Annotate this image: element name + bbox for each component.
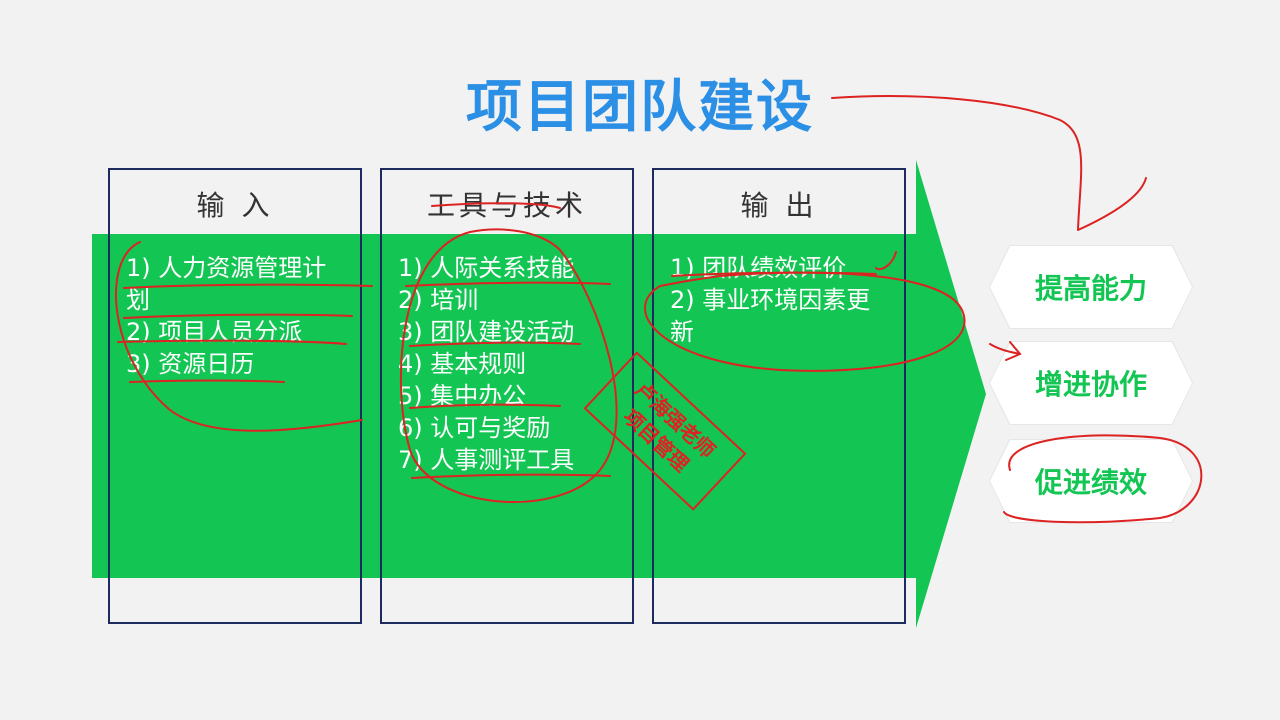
list-item: 1) 团队绩效评价	[670, 254, 847, 282]
inputs-list: 1) 人力资源管理计划 2) 项目人员分派 3) 资源日历	[126, 252, 348, 380]
list-item: 3) 资源日历	[126, 350, 255, 378]
list-item: 2) 项目人员分派	[126, 318, 303, 346]
inputs-column: 输 入 1) 人力资源管理计划 2) 项目人员分派 3) 资源日历	[108, 168, 362, 624]
outputs-column: 输 出 1) 团队绩效评价 2) 事业环境因素更新	[652, 168, 906, 624]
list-item: 1) 人力资源管理计划	[126, 254, 327, 314]
list-item: 1) 人际关系技能	[398, 254, 575, 282]
list-item: 2) 培训	[398, 286, 479, 314]
list-item: 6) 认可与奖励	[398, 414, 551, 442]
process-arrow-head	[916, 160, 986, 628]
outcome-promote-performance: 促进绩效	[990, 440, 1192, 522]
list-item: 7) 人事测评工具	[398, 446, 575, 474]
outputs-list: 1) 团队绩效评价 2) 事业环境因素更新	[670, 252, 892, 348]
tools-list: 1) 人际关系技能 2) 培训 3) 团队建设活动 4) 基本规则 5) 集中办…	[398, 252, 620, 476]
outcome-enhance-collaboration: 增进协作	[990, 342, 1192, 424]
list-item: 3) 团队建设活动	[398, 318, 575, 346]
list-item: 4) 基本规则	[398, 350, 527, 378]
inputs-header: 输 入	[196, 189, 274, 222]
list-item: 2) 事业环境因素更新	[670, 286, 871, 346]
outcome-improve-capability: 提高能力	[990, 246, 1192, 328]
page-title: 项目团队建设	[466, 75, 814, 140]
tools-header: 工具与技术	[426, 189, 587, 222]
outputs-header: 输 出	[740, 189, 818, 222]
